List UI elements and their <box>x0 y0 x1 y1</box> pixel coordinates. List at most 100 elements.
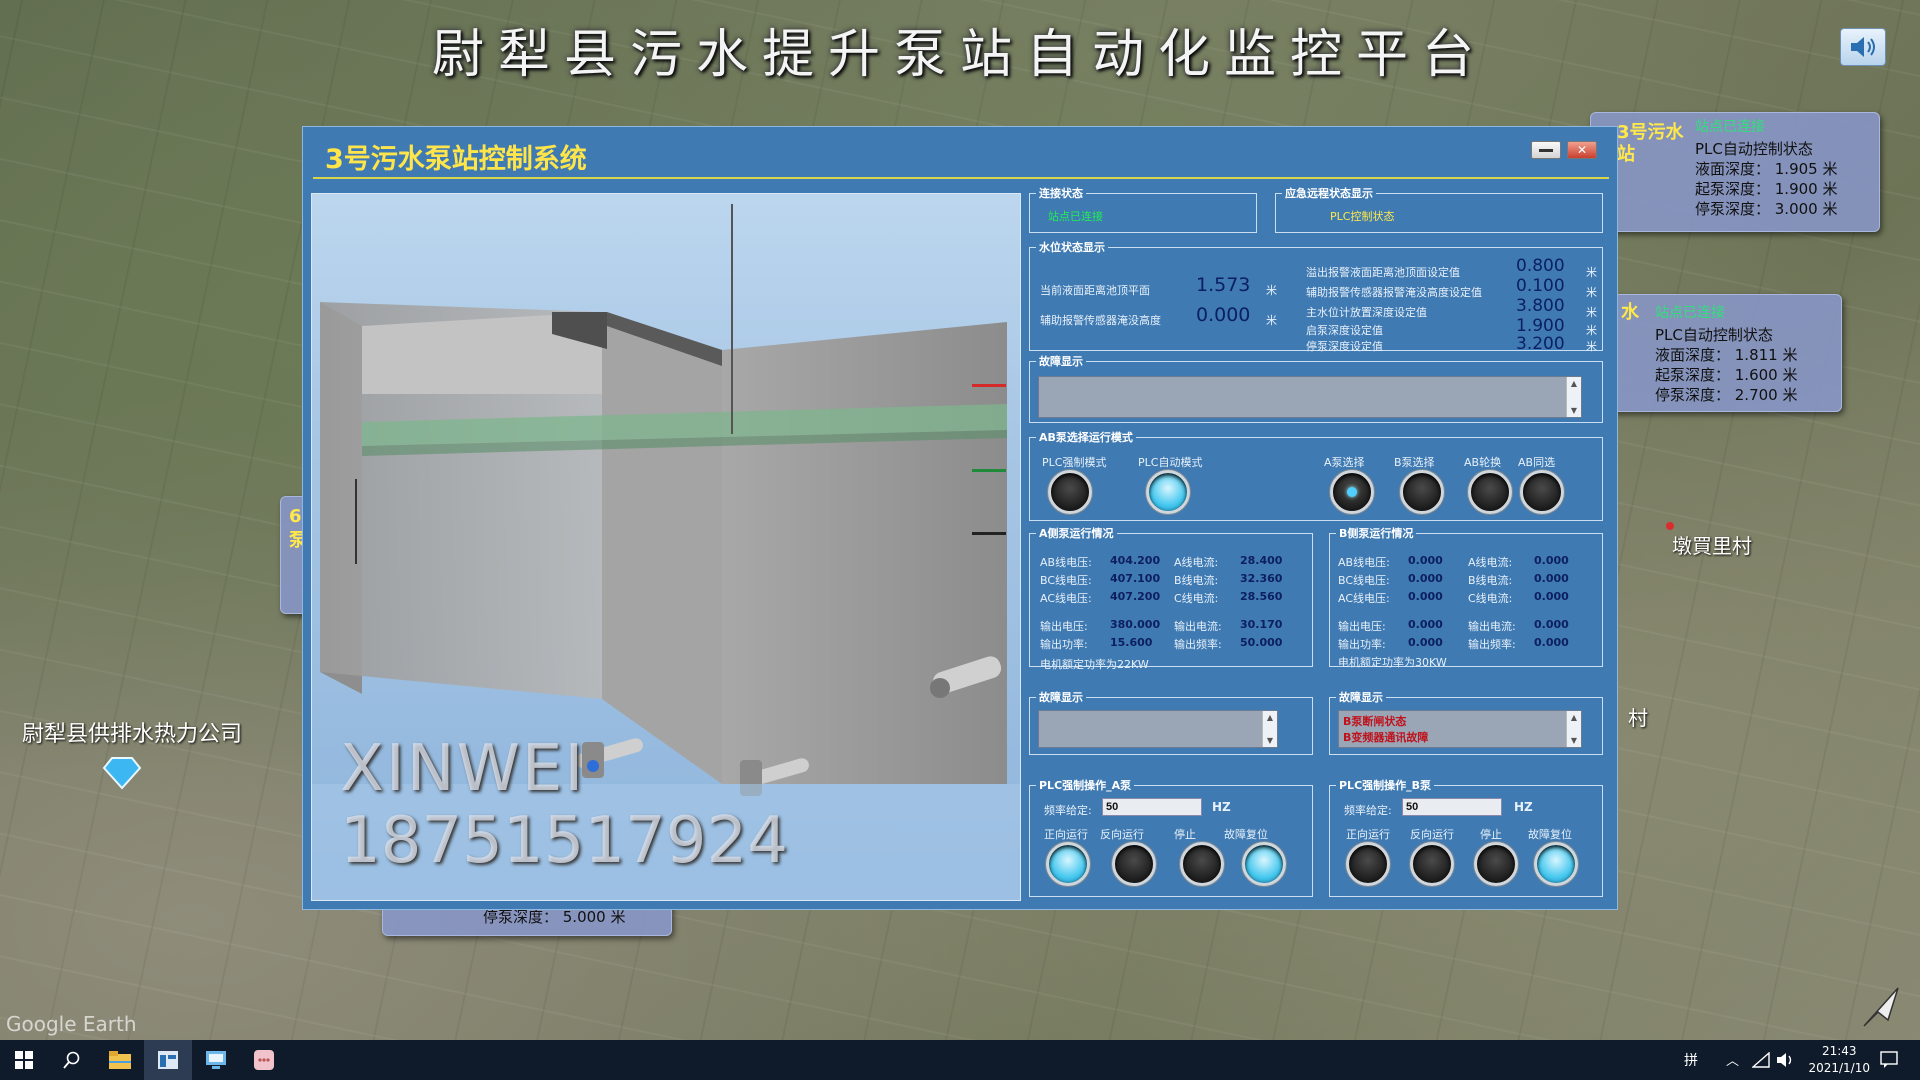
metric-value: 380.000 <box>1110 618 1161 631</box>
reverse-run-button-b[interactable] <box>1410 842 1454 886</box>
metric-label: A线电流: <box>1468 556 1513 569</box>
metric-label: 输出电流: <box>1174 620 1222 633</box>
metric-label: C线电流: <box>1468 592 1513 605</box>
stop-button-b[interactable] <box>1474 842 1518 886</box>
ab-same-button[interactable] <box>1520 470 1564 514</box>
pump-a-label: A侧泵运行情况 <box>1036 525 1117 541</box>
metric-value: 0.000 <box>1534 572 1569 585</box>
aux-sensor-unit: 米 <box>1266 314 1277 327</box>
dialog-title: 3号污水泵站控制系统 <box>325 144 587 175</box>
minimize-button[interactable] <box>1531 141 1561 159</box>
sound-button[interactable] <box>1840 28 1886 66</box>
metric-value: 0.000 <box>1408 636 1443 649</box>
station-stop: 停泵深度： 3.000 米 <box>1695 200 1838 218</box>
metric-label: AB线电压: <box>1338 556 1390 569</box>
stop-button-a[interactable] <box>1180 842 1224 886</box>
village-marker-icon[interactable] <box>1666 522 1674 530</box>
fault-scrollbar[interactable]: ▲ ▼ <box>1566 377 1581 417</box>
b-select-label: B泵选择 <box>1394 456 1435 469</box>
fault-reset-button-a[interactable] <box>1242 842 1286 886</box>
remote-panel: 应急远程状态显示 PLC控制状态 <box>1275 185 1603 233</box>
stop-label: 停止 <box>1174 828 1196 841</box>
station-name: 水 <box>1621 302 1639 323</box>
metric-value: 0.000 <box>1408 590 1443 603</box>
close-button[interactable]: ✕ <box>1567 141 1597 159</box>
fault-list-main[interactable]: ▲ ▼ <box>1038 376 1582 418</box>
file-explorer-button[interactable] <box>96 1040 144 1080</box>
station-bubble-right-top[interactable]: 3号污水 站 站点已连接 PLC自动控制状态 液面深度： 1.905 米 起泵深… <box>1590 112 1880 232</box>
station-stop: 停泵深度： 2.700 米 <box>1655 386 1798 404</box>
watermark-phone: 18751517924 <box>340 804 788 878</box>
fault-scrollbar[interactable]: ▲ ▼ <box>1262 711 1277 747</box>
start-button[interactable] <box>0 1040 48 1080</box>
fault-panel-a: 故障显示 ▲ ▼ <box>1029 689 1313 755</box>
fault-list-a[interactable]: ▲ ▼ <box>1038 710 1278 748</box>
plc-force-button[interactable] <box>1048 470 1092 514</box>
rev-label: 反向运行 <box>1100 828 1144 841</box>
fault-entries: B泵断闸状态 B变频器通讯故障 <box>1343 714 1428 746</box>
network-icon[interactable] <box>1752 1052 1770 1068</box>
clock-time: 21:43 <box>1821 1044 1857 1058</box>
setting-label: 辅助报警传感器报警淹没高度设定值 <box>1306 286 1482 299</box>
tank-3d-view[interactable]: XINWEI 18751517924 <box>311 193 1021 901</box>
fault-scrollbar[interactable]: ▲ ▼ <box>1566 711 1581 747</box>
metric-label: B线电流: <box>1174 574 1219 587</box>
app-button-3[interactable] <box>240 1040 288 1080</box>
clock-date: 2021/1/10 <box>1808 1061 1870 1075</box>
compass-icon[interactable] <box>1858 982 1906 1030</box>
reverse-run-button-a[interactable] <box>1112 842 1156 886</box>
plc-force-label: PLC强制模式 <box>1042 456 1107 469</box>
metric-label: A线电流: <box>1174 556 1219 569</box>
app-button-active[interactable] <box>144 1040 192 1080</box>
plc-auto-label: PLC自动模式 <box>1138 456 1203 469</box>
fault-list-b[interactable]: B泵断闸状态 B变频器通讯故障 ▲ ▼ <box>1338 710 1582 748</box>
ab-rotate-button[interactable] <box>1468 470 1512 514</box>
plc-auto-button[interactable] <box>1146 470 1190 514</box>
metric-value: 32.360 <box>1240 572 1283 585</box>
setting-unit: 米 <box>1586 286 1597 299</box>
metric-value: 407.100 <box>1110 572 1161 585</box>
ime-indicator[interactable]: 拼 <box>1684 1050 1698 1070</box>
windows-icon <box>15 1051 33 1069</box>
close-icon: ✕ <box>1576 143 1588 157</box>
app-button-2[interactable] <box>192 1040 240 1080</box>
freq-input-b[interactable] <box>1402 798 1502 816</box>
freq-input-a[interactable] <box>1102 798 1202 816</box>
rated-power: 电机额定功率为30KW <box>1338 656 1447 669</box>
company-marker-icon[interactable] <box>102 756 142 790</box>
forward-run-button-a[interactable] <box>1046 842 1090 886</box>
metric-label: 输出频率: <box>1174 638 1222 651</box>
pump-b-panel: B侧泵运行情况 AB线电压: 0.000 A线电流: 0.000 BC线电压: … <box>1329 525 1603 669</box>
mode-panel: AB泵选择运行模式 PLC强制模式 PLC自动模式 A泵选择 B泵选择 AB轮换… <box>1029 429 1603 521</box>
title-divider <box>313 177 1609 179</box>
station-name-2: 站 <box>1617 144 1635 165</box>
metric-value: 0.000 <box>1408 572 1443 585</box>
metric-label: 输出电压: <box>1040 620 1088 633</box>
a-select-label: A泵选择 <box>1324 456 1365 469</box>
a-select-button[interactable] <box>1330 470 1374 514</box>
chevron-up-icon[interactable]: ︿ <box>1726 1050 1739 1069</box>
station-bubble-right-mid[interactable]: 水 站点已连接 PLC自动控制状态 液面深度： 1.811 米 起泵深度： 1.… <box>1600 294 1842 412</box>
current-level-label: 当前液面距离池顶平面 <box>1040 284 1150 297</box>
fault-b-label: 故障显示 <box>1336 689 1386 705</box>
search-icon <box>63 1051 80 1069</box>
remote-status: PLC控制状态 <box>1330 210 1395 223</box>
fwd-label: 正向运行 <box>1044 828 1088 841</box>
control-b-panel: PLC强制操作_B泵 频率给定: HZ 正向运行 反向运行 停止 故障复位 <box>1329 777 1603 897</box>
volume-icon[interactable] <box>1776 1052 1794 1068</box>
station-stop: 停泵深度： 5.000 米 <box>483 908 626 926</box>
rev-label: 反向运行 <box>1410 828 1454 841</box>
village-label: 墩買里村 <box>1672 534 1752 558</box>
station-connection: 站点已连接 <box>1695 119 1765 135</box>
b-select-button[interactable] <box>1400 470 1444 514</box>
google-earth-mark: Google Earth <box>6 1012 137 1036</box>
control-a-panel: PLC强制操作_A泵 频率给定: HZ 正向运行 反向运行 停止 故障复位 <box>1029 777 1313 897</box>
forward-run-button-b[interactable] <box>1346 842 1390 886</box>
control-a-label: PLC强制操作_A泵 <box>1036 777 1135 793</box>
search-button[interactable] <box>48 1040 96 1080</box>
notification-icon[interactable] <box>1880 1051 1898 1069</box>
fwd-label: 正向运行 <box>1346 828 1390 841</box>
fault-reset-button-b[interactable] <box>1534 842 1578 886</box>
clock[interactable]: 21:43 2021/1/10 <box>1808 1043 1870 1077</box>
reset-label: 故障复位 <box>1528 828 1572 841</box>
